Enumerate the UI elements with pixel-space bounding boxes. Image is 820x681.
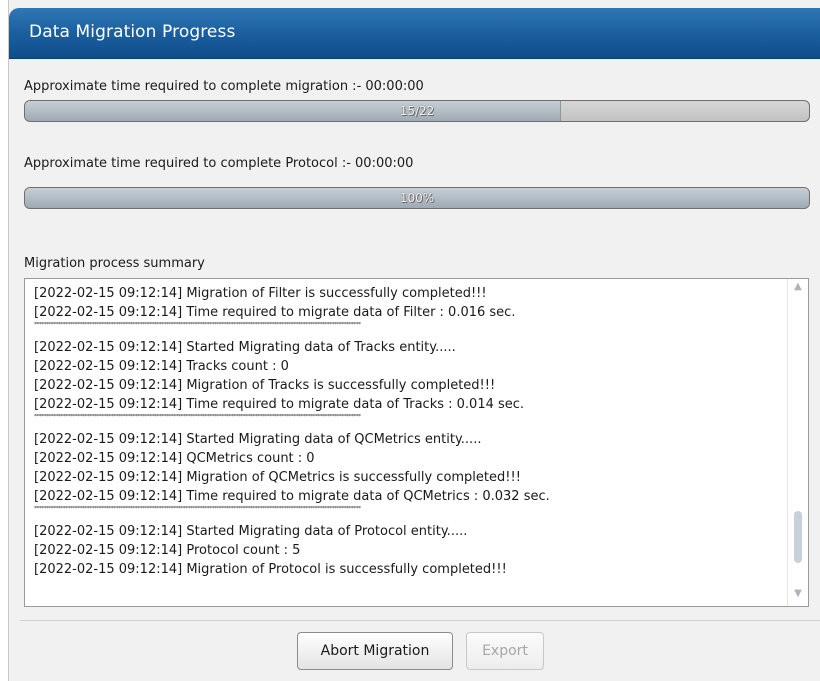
abort-migration-label: Abort Migration (320, 643, 430, 659)
export-label: Export (482, 643, 528, 659)
protocol-time-label: Approximate time required to complete Pr… (24, 156, 414, 171)
protocol-progress-text: 100% (399, 191, 435, 205)
log-line: [2022-02-15 09:12:14] Protocol count : 5 (34, 543, 301, 558)
abort-migration-button[interactable]: Abort Migration (297, 632, 453, 670)
log-line: [2022-02-15 09:12:14] Migration of Track… (34, 378, 496, 393)
summary-log-content: [2022-02-15 09:12:14] Migration of Filte… (34, 284, 789, 579)
dialog-titlebar: Data Migration Progress (9, 8, 820, 58)
summary-log-textarea[interactable]: [2022-02-15 09:12:14] Migration of Filte… (24, 278, 809, 607)
chevron-down-icon[interactable]: ▼ (788, 588, 808, 606)
dialog-title: Data Migration Progress (29, 22, 236, 42)
log-line: [2022-02-15 09:12:14] Time required to m… (34, 397, 525, 412)
summary-scrollbar[interactable]: ▲ ▼ (787, 279, 808, 606)
log-line: [2022-02-15 09:12:14] Started Migrating … (34, 340, 456, 355)
chevron-up-icon[interactable]: ▲ (788, 281, 808, 299)
log-line: [2022-02-15 09:12:14] Started Migrating … (34, 432, 482, 447)
migration-time-label: Approximate time required to complete mi… (24, 79, 424, 94)
migration-progress-text: 15/22 (399, 104, 435, 118)
log-line: [2022-02-15 09:12:14] Migration of Proto… (34, 562, 507, 577)
log-line: [2022-02-15 09:12:14] Time required to m… (34, 489, 550, 504)
log-line: [2022-02-15 09:12:14] QCMetrics count : … (34, 451, 315, 466)
export-button[interactable]: Export (466, 632, 544, 670)
log-line: [2022-02-15 09:12:14] Tracks count : 0 (34, 359, 289, 374)
summary-label: Migration process summary (24, 256, 205, 271)
log-line: [2022-02-15 09:12:14] Time required to m… (34, 305, 516, 320)
log-line: [2022-02-15 09:12:14] Migration of QCMet… (34, 470, 521, 485)
log-separator: ****************************************… (34, 322, 361, 328)
log-separator: ****************************************… (34, 414, 361, 420)
protocol-progress-bar: 100% (24, 187, 810, 209)
scrollbar-thumb[interactable] (794, 511, 802, 563)
log-separator: ****************************************… (34, 506, 361, 512)
log-line: [2022-02-15 09:12:14] Started Migrating … (34, 524, 468, 539)
migration-progress-bar: 15/22 (24, 100, 810, 122)
button-divider (20, 620, 820, 621)
log-line: [2022-02-15 09:12:14] Migration of Filte… (34, 286, 487, 301)
